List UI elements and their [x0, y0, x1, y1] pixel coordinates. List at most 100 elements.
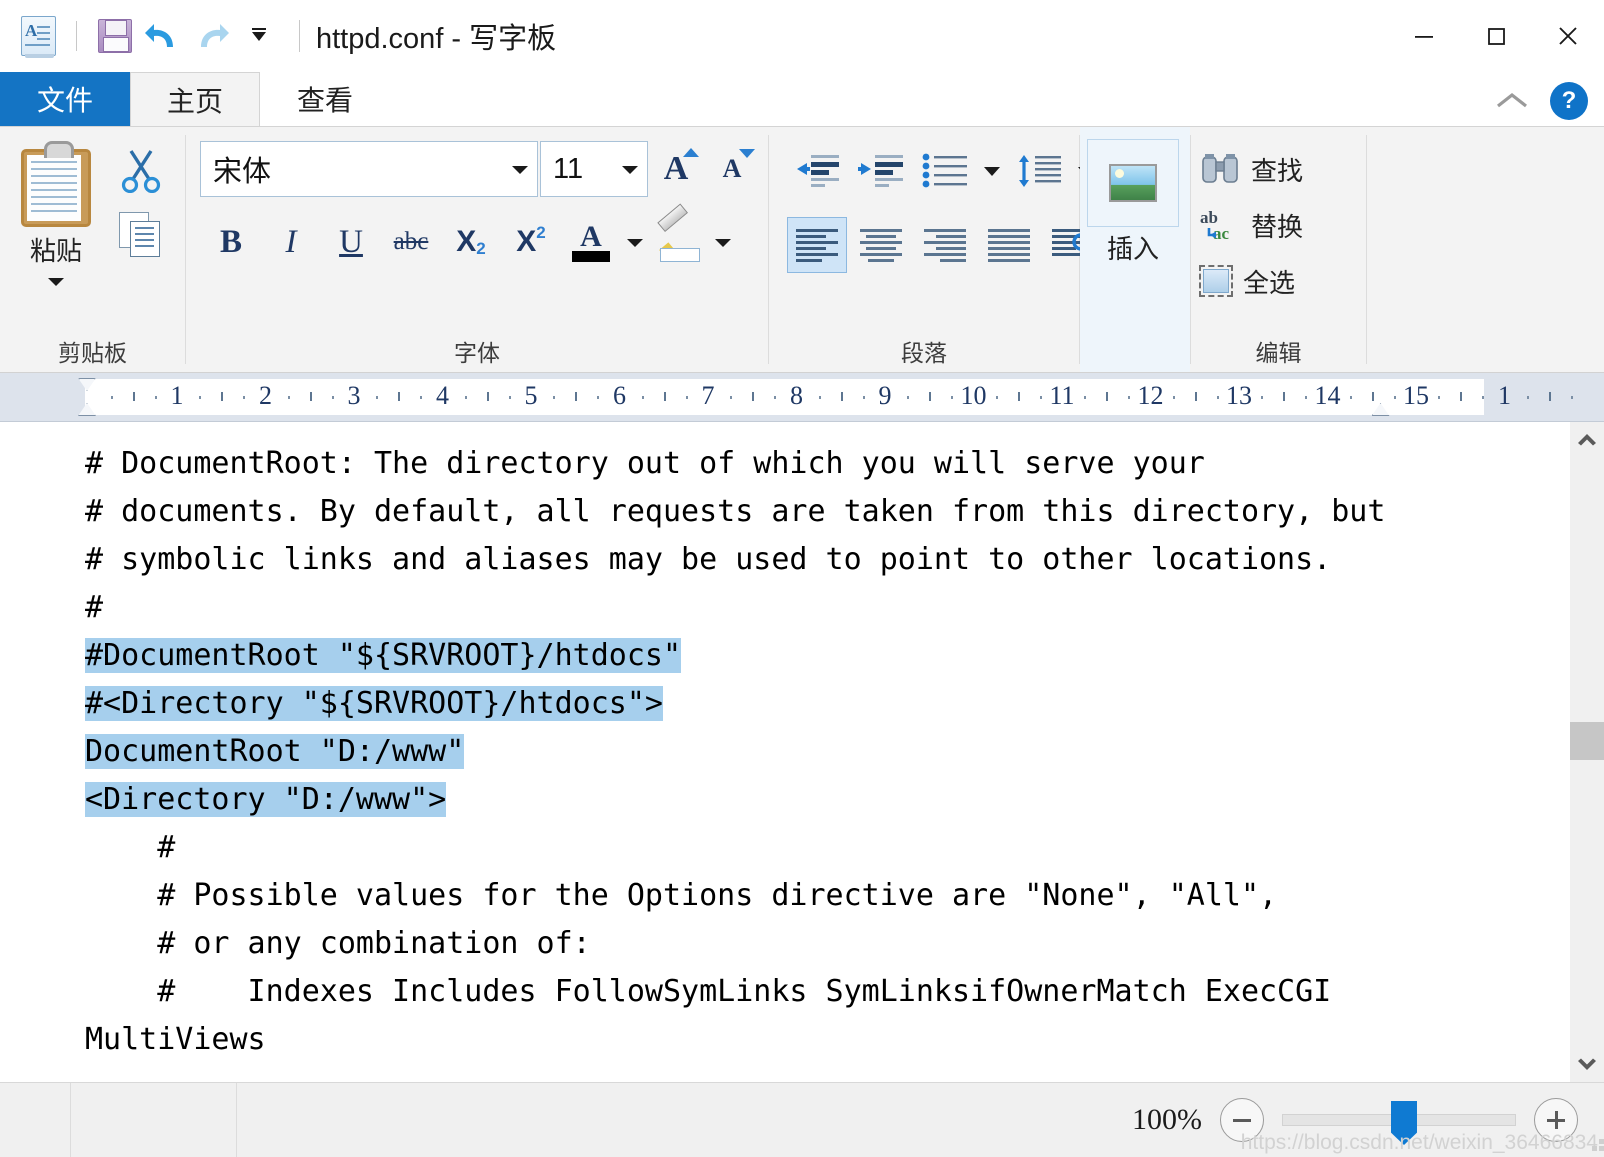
chevron-down-icon[interactable] [503, 163, 537, 175]
cut-button[interactable] [112, 141, 170, 199]
align-center-button[interactable] [851, 217, 911, 273]
tab-view[interactable]: 查看 [260, 72, 390, 126]
ruler-tick [1084, 396, 1087, 399]
insert-button[interactable]: 插入 [1080, 127, 1186, 265]
text-color-button[interactable]: A [562, 213, 620, 271]
document-line[interactable]: # documents. By default, all requests ar… [0, 488, 1570, 536]
document-line[interactable]: <Directory "D:/www"> [0, 776, 1570, 824]
ruler-tick [243, 396, 246, 399]
highlight-dropdown[interactable] [710, 214, 736, 270]
increase-indent-icon [858, 155, 903, 187]
italic-button[interactable]: I [262, 214, 320, 270]
superscript-index: 2 [536, 223, 546, 242]
decrease-indent-button[interactable] [787, 143, 847, 199]
vertical-scrollbar[interactable] [1570, 422, 1604, 1082]
ruler-tick [1460, 392, 1463, 401]
font-family-combo[interactable]: 宋体 [200, 141, 538, 197]
tab-file[interactable]: 文件 [0, 72, 130, 126]
chevron-down-icon[interactable] [45, 274, 67, 288]
scroll-up-button[interactable] [1570, 422, 1604, 456]
paste-label: 粘贴 [29, 236, 82, 266]
save-icon[interactable] [91, 12, 139, 60]
undo-icon[interactable] [139, 12, 187, 60]
align-left-button[interactable] [787, 217, 847, 273]
status-bar: 100% https://blog.csdn.net/weixin_364668… [0, 1082, 1604, 1157]
ruler-tick [309, 392, 312, 401]
ruler-tick [730, 396, 733, 399]
document-line[interactable]: # [0, 584, 1570, 632]
maximize-button[interactable] [1460, 3, 1532, 69]
document-line[interactable]: DocumentRoot "D:/www" [0, 728, 1570, 776]
document-line[interactable]: # or any combination of: [0, 920, 1570, 968]
select-all-button[interactable]: 全选 [1199, 253, 1303, 309]
bullets-button[interactable] [915, 143, 975, 199]
document-line[interactable]: MultiViews [0, 1016, 1570, 1064]
document-area[interactable]: # DocumentRoot: The directory out of whi… [0, 422, 1604, 1082]
document-line[interactable]: # DocumentRoot: The directory out of whi… [0, 440, 1570, 488]
find-button[interactable]: 查找 [1199, 141, 1303, 197]
ruler-tick [199, 396, 202, 399]
collapse-ribbon-icon[interactable] [1492, 84, 1532, 118]
chevron-down-icon[interactable] [613, 163, 647, 175]
document-line[interactable]: # Indexes Includes FollowSymLinks SymLin… [0, 968, 1570, 1016]
window-title: httpd.conf - 写字板 [316, 23, 557, 55]
bold-button[interactable]: B [202, 214, 260, 270]
ruler-number: 11 [1049, 381, 1075, 410]
paste-button[interactable]: 粘贴 [0, 127, 112, 288]
document-line[interactable]: # Possible values for the Options direct… [0, 872, 1570, 920]
align-left-icon [796, 229, 838, 262]
font-size-combo[interactable]: 11 [540, 141, 648, 197]
document-page[interactable]: # DocumentRoot: The directory out of whi… [0, 422, 1570, 1082]
zoom-slider[interactable] [1282, 1101, 1516, 1145]
scrollbar-thumb[interactable] [1570, 722, 1604, 760]
ruler-tick [1393, 396, 1396, 399]
superscript-button[interactable]: X2 [502, 214, 560, 270]
close-button[interactable] [1532, 3, 1604, 69]
ruler-number: 12 [1137, 381, 1164, 410]
ribbon-group-font: 宋体 11 A A B I U abc X 2 X 2 A 字体 [186, 127, 768, 372]
align-justify-button[interactable] [979, 217, 1039, 273]
shrink-font-button[interactable]: A [704, 141, 760, 197]
wordpad-app-icon[interactable]: A [14, 12, 62, 60]
superscript-glyph: X [516, 225, 537, 258]
scroll-down-button[interactable] [1570, 1048, 1604, 1082]
minimize-button[interactable] [1388, 3, 1460, 69]
document-line[interactable]: # [0, 824, 1570, 872]
document-line[interactable]: # symbolic links and aliases may be used… [0, 536, 1570, 584]
customize-qat-icon[interactable] [235, 12, 283, 60]
replace-label: 替换 [1251, 211, 1304, 242]
document-text[interactable]: # DocumentRoot: The directory out of whi… [0, 440, 1570, 1064]
strikethrough-button[interactable]: abc [382, 214, 440, 270]
font-family-value: 宋体 [213, 156, 272, 188]
clipboard-icon [19, 141, 93, 227]
ruler-number: 13 [1226, 381, 1252, 410]
ruler-number: 3 [347, 381, 361, 410]
help-button[interactable]: ? [1550, 82, 1588, 120]
caret-up-icon [683, 148, 699, 157]
document-line[interactable]: #DocumentRoot "${SRVROOT}/htdocs" [0, 632, 1570, 680]
highlight-button[interactable] [650, 203, 708, 270]
align-justify-icon [988, 229, 1030, 262]
scissors-icon [121, 150, 161, 193]
increase-indent-button[interactable] [851, 143, 911, 199]
wordpad-window: A httpd.conf - 写字板 文件 主页 查看 ? 粘贴 剪贴板 宋体 … [0, 0, 1604, 1157]
redo-icon[interactable] [187, 12, 235, 60]
subscript-button[interactable]: X2 [442, 214, 500, 270]
line-spacing-button[interactable] [1009, 143, 1069, 199]
document-line-text-selected: #<Directory "${SRVROOT}/htdocs"> [85, 686, 663, 721]
align-right-button[interactable] [915, 217, 975, 273]
ruler-number: 2 [259, 381, 272, 410]
ruler-tick [752, 392, 755, 401]
replace-button[interactable]: ab ac 替换 [1199, 197, 1303, 253]
ruler[interactable]: 1 2 3 4 5 6 7 8 9 10 11 12 13 14 15 1 [0, 373, 1604, 422]
underline-button[interactable]: U [322, 214, 380, 270]
resize-grip[interactable] [1590, 1137, 1604, 1151]
ruler-strip[interactable]: 1 2 3 4 5 6 7 8 9 10 11 12 13 14 15 1 [85, 379, 1573, 415]
document-line[interactable]: #<Directory "${SRVROOT}/htdocs"> [0, 680, 1570, 728]
text-color-dropdown[interactable] [622, 214, 648, 270]
grow-font-button[interactable]: A [648, 141, 704, 197]
plus-icon [1546, 1110, 1566, 1130]
copy-button[interactable] [112, 205, 170, 263]
bullets-dropdown[interactable] [979, 143, 1005, 199]
tab-home[interactable]: 主页 [130, 72, 260, 126]
